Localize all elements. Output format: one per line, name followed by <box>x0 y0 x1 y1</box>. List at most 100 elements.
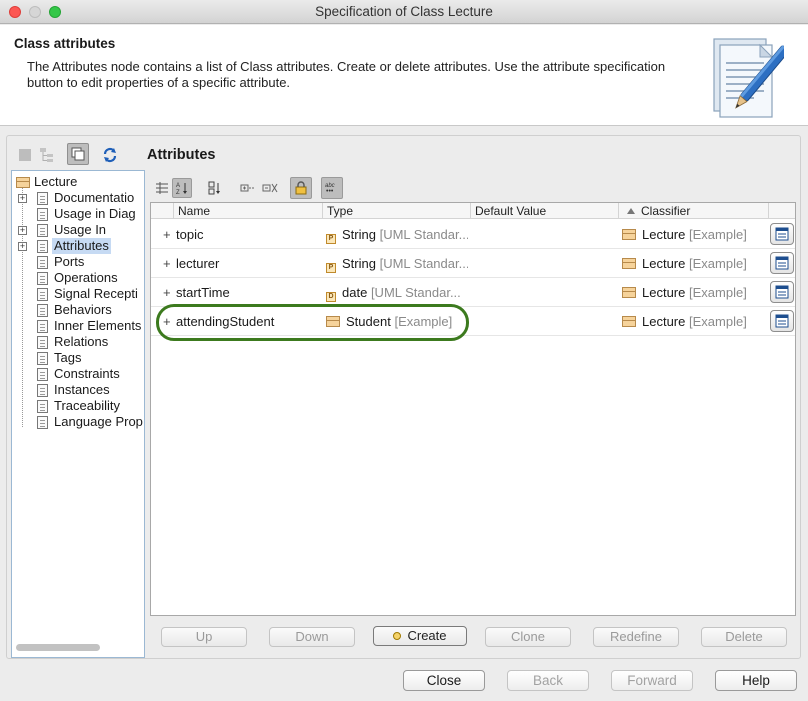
attributes-table[interactable]: Name Type Default Value Classifier + topi… <box>150 202 796 616</box>
document-node-icon <box>37 304 48 317</box>
refresh-icon[interactable] <box>100 145 120 165</box>
table-specification-icon <box>775 314 789 328</box>
specification-button[interactable] <box>770 223 794 245</box>
table-specification-icon <box>775 285 789 299</box>
attribute-name[interactable]: lecturer <box>176 249 321 278</box>
type-name: date <box>342 285 368 300</box>
public-visibility-icon: + <box>163 227 171 242</box>
create-button-label: Create <box>407 628 447 643</box>
document-node-icon <box>37 240 48 253</box>
title-bar: Specification of Class Lecture <box>0 0 808 24</box>
compact-view-toggle-icon[interactable] <box>67 143 89 165</box>
help-button[interactable]: Help <box>715 670 797 691</box>
public-visibility-icon: + <box>163 256 171 271</box>
columns-icon[interactable] <box>152 178 172 198</box>
expand-toggle-icon[interactable]: + <box>18 194 27 203</box>
expand-toggle-icon[interactable]: + <box>18 226 27 235</box>
tree-item-label: Language Prop <box>54 414 143 429</box>
attribute-name[interactable]: topic <box>176 220 321 249</box>
tree-structure-icon[interactable] <box>37 145 57 165</box>
attribute-type[interactable]: P String [UML Standar... <box>326 220 468 249</box>
tree-item-label: Usage In <box>54 222 107 237</box>
expand-toggle-icon[interactable]: + <box>18 242 27 251</box>
classifier-name: Lecture <box>642 227 686 242</box>
table-row[interactable]: + lecturer P String [UML Standar... Lecture … <box>151 249 795 278</box>
document-node-icon <box>37 368 48 381</box>
column-header-name[interactable]: Name <box>173 203 323 219</box>
attribute-type[interactable]: Ddate [UML Standar... <box>326 278 468 307</box>
attribute-default-value[interactable] <box>474 249 616 278</box>
document-node-icon <box>37 192 48 205</box>
window-zoom-button[interactable] <box>49 6 61 18</box>
attribute-default-value[interactable] <box>474 307 616 336</box>
header-title: Class attributes <box>14 36 116 51</box>
sort-descending-icon[interactable] <box>205 178 225 198</box>
window-title: Specification of Class Lecture <box>315 4 493 19</box>
document-node-icon <box>37 256 48 269</box>
classifier-name: Lecture <box>642 314 686 329</box>
column-header-default-value[interactable]: Default Value <box>470 203 618 219</box>
sort-alphabetically-icon[interactable]: AZ <box>172 178 192 198</box>
document-node-icon <box>37 416 48 429</box>
collapse-all-icon[interactable] <box>260 178 280 198</box>
specification-button[interactable] <box>770 252 794 274</box>
up-button[interactable]: Up <box>161 627 247 647</box>
document-pen-icon <box>713 38 784 118</box>
tree-item-label: Relations <box>54 334 109 349</box>
window-close-button[interactable] <box>9 6 21 18</box>
class-icon <box>622 316 636 327</box>
tree-item-label: Signal Recepti <box>54 286 138 301</box>
back-button[interactable]: Back <box>507 670 589 691</box>
document-node-icon <box>37 320 48 333</box>
tree-horizontal-scrollbar[interactable] <box>16 644 100 651</box>
delete-button[interactable]: Delete <box>701 627 787 647</box>
class-icon <box>622 258 636 269</box>
class-icon <box>622 229 636 240</box>
attribute-default-value[interactable] <box>474 220 616 249</box>
attribute-default-value[interactable] <box>474 278 616 307</box>
type-owner: [UML Standar... <box>379 256 468 271</box>
document-node-icon <box>37 400 48 413</box>
expand-all-icon[interactable] <box>238 178 258 198</box>
attribute-classifier[interactable]: Lecture [Example] <box>622 278 767 307</box>
create-button[interactable]: Create <box>373 626 467 646</box>
close-button[interactable]: Close <box>403 670 485 691</box>
specification-button[interactable] <box>770 310 794 332</box>
table-specification-icon <box>775 256 789 270</box>
public-visibility-icon: + <box>163 285 171 300</box>
document-node-icon <box>37 288 48 301</box>
down-button[interactable]: Down <box>269 627 355 647</box>
column-header-type[interactable]: Type <box>322 203 470 219</box>
classifier-owner: [Example] <box>689 256 747 271</box>
class-icon <box>622 287 636 298</box>
redefine-button[interactable]: Redefine <box>593 627 679 647</box>
highlight-ring <box>156 304 469 341</box>
specification-tree[interactable]: Lecture + Documentatio Usage in Diag + Usage… <box>11 170 145 658</box>
column-header-classifier[interactable]: Classifier <box>618 203 768 219</box>
classifier-name: Lecture <box>642 256 686 271</box>
lock-filter-icon[interactable] <box>290 177 312 199</box>
table-row[interactable]: + startTime Ddate [UML Standar... Lecture [… <box>151 278 795 307</box>
tree-item-label: Constraints <box>54 366 120 381</box>
classifier-owner: [Example] <box>689 285 747 300</box>
forward-button[interactable]: Forward <box>611 670 693 691</box>
attribute-classifier[interactable]: Lecture [Example] <box>622 249 767 278</box>
clone-button[interactable]: Clone <box>485 627 571 647</box>
create-icon <box>393 632 402 640</box>
classifier-owner: [Example] <box>689 227 747 242</box>
classifier-header-label: Classifier <box>641 204 691 218</box>
stop-icon[interactable] <box>15 145 35 165</box>
document-node-icon <box>37 224 48 237</box>
tree-item-label: Traceability <box>54 398 120 413</box>
specification-button[interactable] <box>770 281 794 303</box>
attribute-classifier[interactable]: Lecture [Example] <box>622 220 767 249</box>
type-name: String <box>342 256 376 271</box>
classifier-owner: [Example] <box>689 314 747 329</box>
abc-edit-icon[interactable]: abc ••• <box>321 177 343 199</box>
table-row[interactable]: + topic P String [UML Standar... Lecture [Ex… <box>151 220 795 249</box>
tree-item-label: Instances <box>54 382 110 397</box>
attribute-type[interactable]: P String [UML Standar... <box>326 249 468 278</box>
window-minimize-button[interactable] <box>29 6 41 18</box>
attribute-name[interactable]: startTime <box>176 278 321 307</box>
attribute-classifier[interactable]: Lecture [Example] <box>622 307 767 336</box>
